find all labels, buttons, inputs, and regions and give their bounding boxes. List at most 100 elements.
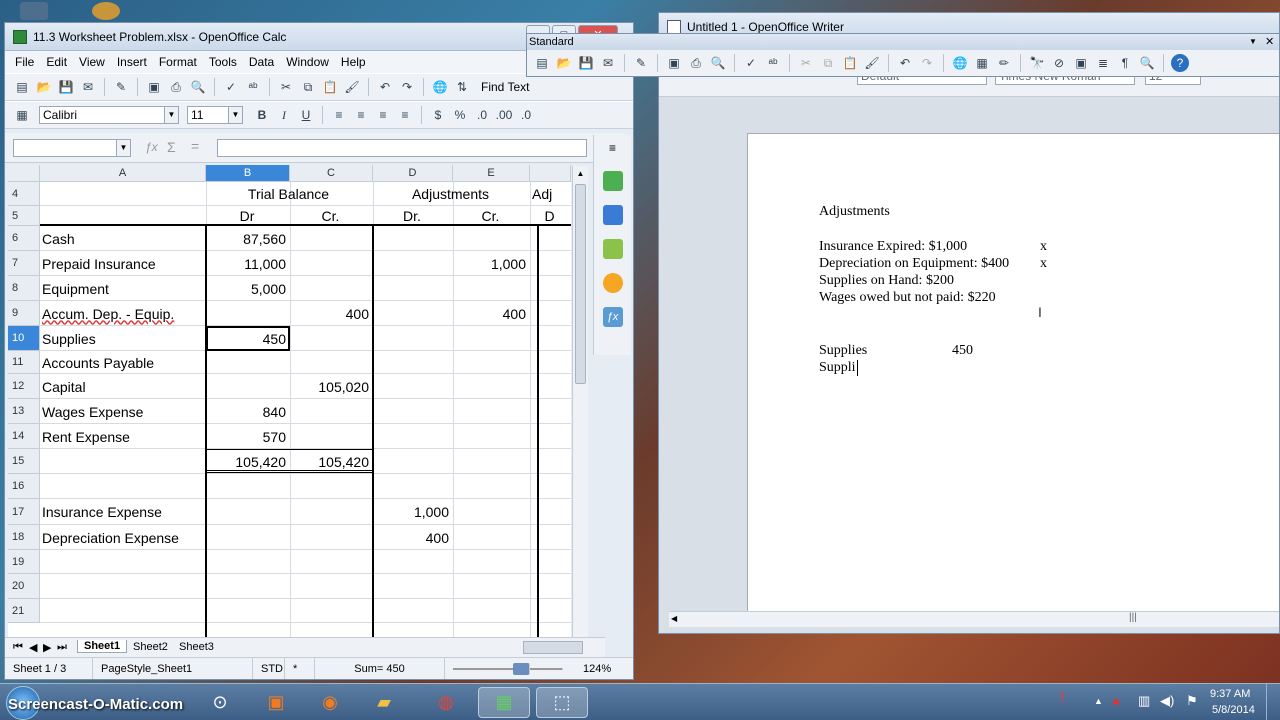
spellcheck-icon[interactable]: ✓ bbox=[742, 54, 760, 72]
cell-a19[interactable] bbox=[40, 550, 206, 574]
prev-sheet-icon[interactable]: ◀ bbox=[29, 641, 37, 654]
cell-b13[interactable]: 840 bbox=[206, 399, 290, 424]
cell-a11[interactable]: Accounts Payable bbox=[40, 351, 206, 374]
align-left-icon[interactable]: ≡ bbox=[330, 106, 348, 124]
cell-e18[interactable] bbox=[453, 525, 530, 550]
underline-icon[interactable]: U bbox=[297, 106, 315, 124]
cell-b9[interactable] bbox=[206, 301, 290, 326]
row-header-16[interactable]: 16 bbox=[8, 474, 40, 499]
cell-a5[interactable] bbox=[40, 206, 206, 226]
column-header-b[interactable]: B bbox=[206, 165, 290, 182]
autospell-icon[interactable]: ᵃᵇ bbox=[244, 78, 262, 96]
cell-b14[interactable]: 570 bbox=[206, 424, 290, 449]
print-icon[interactable]: ⎙ bbox=[687, 54, 705, 72]
row-header-5[interactable]: 5 bbox=[8, 206, 40, 226]
cell-e16[interactable] bbox=[453, 474, 530, 499]
cell-a10[interactable]: Supplies bbox=[40, 326, 206, 351]
number-format-icon[interactable]: .0 bbox=[473, 106, 491, 124]
cell-b12[interactable] bbox=[206, 374, 290, 399]
format-paintbrush-icon[interactable]: 🖌 bbox=[343, 78, 361, 96]
cell-e5[interactable]: Cr. bbox=[453, 206, 530, 226]
cell-d19[interactable] bbox=[373, 550, 453, 574]
row-header-6[interactable]: 6 bbox=[8, 226, 40, 251]
cell-b18[interactable] bbox=[206, 525, 290, 550]
sidebar-menu-icon[interactable]: ≡ bbox=[594, 141, 631, 155]
menu-item-format[interactable]: Format bbox=[153, 55, 203, 69]
styles-icon[interactable]: ▦ bbox=[13, 106, 31, 124]
row-header-9[interactable]: 9 bbox=[8, 301, 40, 326]
cell-f4[interactable]: Adj bbox=[530, 182, 571, 206]
align-right-icon[interactable]: ≡ bbox=[374, 106, 392, 124]
cell-a14[interactable]: Rent Expense bbox=[40, 424, 206, 449]
align-center-icon[interactable]: ≡ bbox=[352, 106, 370, 124]
navigator-icon[interactable] bbox=[602, 273, 623, 293]
edit-file-icon[interactable]: ✎ bbox=[112, 78, 130, 96]
cell-a17[interactable]: Insurance Expense bbox=[40, 499, 206, 525]
spreadsheet-grid[interactable]: A B C D E 4 Trial Balance Adjustments Adj 5 Dr Cr. D… bbox=[8, 165, 571, 637]
column-header-a[interactable]: A bbox=[40, 165, 206, 182]
cell-e7[interactable]: 1,000 bbox=[453, 251, 530, 276]
print-icon[interactable]: ⎙ bbox=[167, 78, 185, 96]
sheet-tab-2[interactable]: Sheet2 bbox=[129, 641, 172, 653]
open-icon[interactable]: 📂 bbox=[555, 54, 573, 72]
select-all-corner[interactable] bbox=[8, 165, 40, 182]
cell-c17[interactable] bbox=[290, 499, 373, 525]
paste-icon[interactable]: 📋 bbox=[841, 54, 859, 72]
paste-icon[interactable]: 📋 bbox=[321, 78, 339, 96]
cell-b16[interactable] bbox=[206, 474, 290, 499]
formula-input[interactable] bbox=[217, 139, 587, 157]
cell-e13[interactable] bbox=[453, 399, 530, 424]
functions-icon[interactable]: ƒx bbox=[602, 307, 623, 327]
hyperlink-icon[interactable]: 🌐 bbox=[431, 78, 449, 96]
sum-icon[interactable]: Σ bbox=[167, 139, 176, 155]
cell-d12[interactable] bbox=[373, 374, 453, 399]
cell-a7[interactable]: Prepaid Insurance bbox=[40, 251, 206, 276]
cell-b7[interactable]: 11,000 bbox=[206, 251, 290, 276]
cell-c12[interactable]: 105,020 bbox=[290, 374, 373, 399]
writer-horizontal-scrollbar[interactable]: ◀ ||| bbox=[669, 611, 1279, 627]
find-replace-icon[interactable]: 🔭 bbox=[1028, 54, 1046, 72]
writer-page[interactable]: Adjustments Insurance Expired: $1,000 x … bbox=[747, 133, 1279, 613]
column-header-partial[interactable] bbox=[530, 165, 571, 182]
cell-d9[interactable] bbox=[373, 301, 453, 326]
edit-file-icon[interactable]: ✎ bbox=[632, 54, 650, 72]
italic-icon[interactable]: I bbox=[275, 106, 293, 124]
cell-b20[interactable] bbox=[206, 574, 290, 599]
cell-c11[interactable] bbox=[290, 351, 373, 374]
floating-toolbar-header[interactable]: Standard ▼ ✕ bbox=[527, 34, 1279, 50]
undo-icon[interactable]: ↶ bbox=[896, 54, 914, 72]
cell-d18[interactable]: 400 bbox=[373, 525, 453, 550]
column-header-d[interactable]: D bbox=[373, 165, 453, 182]
menu-item-insert[interactable]: Insert bbox=[111, 55, 153, 69]
row-header-14[interactable]: 14 bbox=[8, 424, 40, 449]
cell-e8[interactable] bbox=[453, 276, 530, 301]
cell-c13[interactable] bbox=[290, 399, 373, 424]
next-sheet-icon[interactable]: ▶ bbox=[43, 641, 51, 654]
column-header-e[interactable]: E bbox=[453, 165, 530, 182]
cell-e10[interactable] bbox=[453, 326, 530, 351]
redo-icon[interactable]: ↷ bbox=[918, 54, 936, 72]
row-header-7[interactable]: 7 bbox=[8, 251, 40, 276]
cell-d17[interactable]: 1,000 bbox=[373, 499, 453, 525]
toolbar-dropdown-icon[interactable]: ▼ bbox=[1249, 34, 1257, 50]
cell-c7[interactable] bbox=[290, 251, 373, 276]
cell-e11[interactable] bbox=[453, 351, 530, 374]
menu-item-file[interactable]: File bbox=[9, 55, 40, 69]
row-header-21[interactable]: 21 bbox=[8, 599, 40, 623]
cell-e15[interactable] bbox=[453, 449, 530, 474]
cell-d8[interactable] bbox=[373, 276, 453, 301]
clock-time[interactable]: 9:37 AM bbox=[1210, 688, 1250, 700]
add-decimal-icon[interactable]: .00 bbox=[495, 106, 513, 124]
row-header-4[interactable]: 4 bbox=[8, 182, 40, 206]
cell-c14[interactable] bbox=[290, 424, 373, 449]
function-wizard-icon[interactable]: ƒx bbox=[145, 140, 158, 154]
horizontal-scrollbar[interactable] bbox=[523, 641, 583, 654]
menu-item-tools[interactable]: Tools bbox=[203, 55, 243, 69]
row-header-18[interactable]: 18 bbox=[8, 525, 40, 550]
menu-item-view[interactable]: View bbox=[73, 55, 111, 69]
cell-c4[interactable] bbox=[290, 182, 373, 206]
cut-icon[interactable]: ✂ bbox=[797, 54, 815, 72]
cell-a4[interactable] bbox=[40, 182, 206, 206]
cell-c6[interactable] bbox=[290, 226, 373, 251]
cell-a8[interactable]: Equipment bbox=[40, 276, 206, 301]
